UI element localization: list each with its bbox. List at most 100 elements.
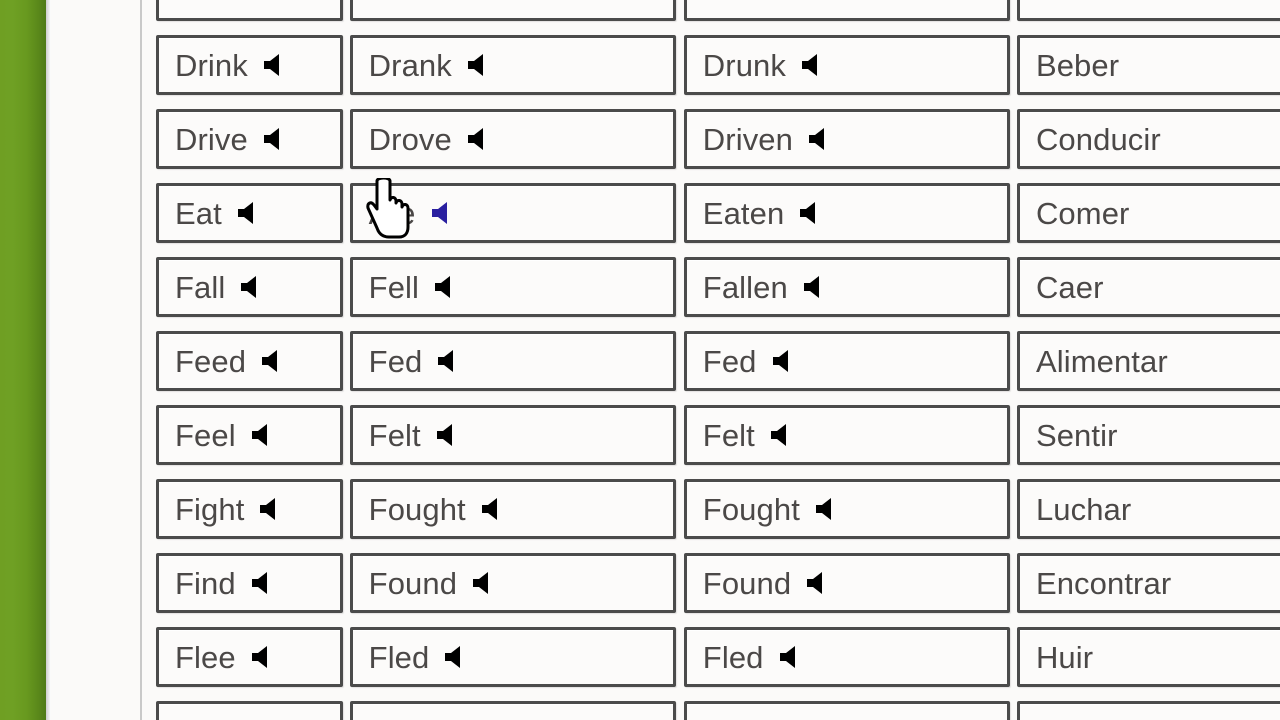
speaker-icon[interactable] (466, 127, 492, 151)
speaker-icon[interactable] (802, 275, 828, 299)
page-content-area: Drink Drank Drunk Beber Drive Drove Driven Cond… (51, 0, 1280, 720)
speaker-icon[interactable] (250, 571, 276, 595)
verb-cell-spanish-translation: Encontrar (1016, 553, 1280, 613)
verb-cell-past-participle (683, 0, 1010, 21)
speaker-icon[interactable] (430, 201, 456, 225)
speaker-icon[interactable] (466, 53, 492, 77)
verb-cell-past-participle: Found (683, 553, 1010, 613)
speaker-icon[interactable] (480, 497, 506, 521)
speaker-icon[interactable] (258, 497, 284, 521)
speaker-icon[interactable] (814, 497, 840, 521)
verb-text: Eat (175, 195, 222, 231)
verb-cell-spanish-translation: Luchar (1016, 479, 1280, 539)
speaker-icon[interactable] (443, 645, 469, 669)
speaker-icon[interactable] (435, 423, 461, 447)
verb-text: Found (702, 565, 792, 601)
verb-cell-spanish-translation: Volar (1016, 701, 1280, 720)
verb-text: Found (368, 565, 458, 601)
table-row: Flee Fled Fled Huir (142, 620, 1280, 694)
speaker-icon[interactable] (262, 127, 288, 151)
verb-cell-base-form: Feed (156, 331, 343, 391)
verb-text: Conducir (1035, 121, 1161, 157)
verb-text: Drive (175, 121, 248, 157)
verb-cell-spanish-translation: Sentir (1016, 405, 1280, 465)
speaker-icon[interactable] (250, 645, 276, 669)
speaker-icon[interactable] (262, 53, 288, 77)
verb-cell-spanish-translation: Caer (1016, 257, 1280, 317)
verb-text: Volar (1036, 716, 1107, 720)
verb-cell-spanish-translation: Comer (1016, 183, 1280, 243)
speaker-icon[interactable] (807, 127, 833, 151)
verb-text: Flown (703, 716, 786, 720)
verb-text: Fight (175, 491, 245, 527)
verb-cell-base-form: Feel (156, 405, 343, 465)
verb-cell-past-simple: Ate (349, 183, 676, 243)
speaker-icon[interactable] (433, 275, 459, 299)
table-row: Drive Drove Driven Conducir (142, 102, 1280, 176)
verb-cell-past-participle: Eaten (683, 183, 1010, 243)
verb-cell-base-form: Drive (156, 109, 343, 169)
speaker-icon[interactable] (260, 349, 286, 373)
verb-cell-past-simple: Found (349, 553, 676, 613)
speaker-icon[interactable] (805, 571, 831, 595)
verb-cell-past-simple: Drank (349, 35, 676, 95)
verb-cell-base-form: Eat (156, 183, 343, 243)
verb-text: Fallen (702, 269, 788, 305)
verb-text: Find (175, 565, 236, 601)
verb-text: Drunk (702, 47, 786, 83)
speaker-icon[interactable] (250, 423, 276, 447)
verb-text: Fed (702, 343, 757, 379)
verb-cell-past-simple: Flew (349, 701, 676, 720)
verb-cell-past-simple (349, 0, 676, 21)
verb-text: Felt (702, 417, 755, 453)
speaker-icon[interactable] (771, 349, 797, 373)
verb-text: Drove (368, 121, 452, 157)
speaker-icon[interactable] (471, 571, 497, 595)
verb-cell-past-participle: Fought (683, 479, 1010, 539)
verb-text: Ate (368, 195, 416, 231)
verb-cell-spanish-translation: Huir (1016, 627, 1280, 687)
speaker-icon[interactable] (436, 349, 462, 373)
verb-text: Feel (175, 417, 236, 453)
verb-cell-base-form: Find (156, 553, 343, 613)
verb-text: Fall (175, 269, 226, 305)
verb-text: Drank (368, 47, 452, 83)
table-row: Eat Ate Eaten Comer (142, 176, 1280, 250)
verb-cell-base-form: Flee (156, 627, 343, 687)
verb-cell-base-form: Fight (156, 479, 343, 539)
verb-text: Sentir (1035, 417, 1118, 453)
verb-text: Drink (175, 47, 248, 83)
speaker-icon[interactable] (239, 275, 265, 299)
speaker-icon[interactable] (798, 201, 824, 225)
verb-text: Caer (1035, 269, 1104, 305)
verb-cell-past-simple: Drove (349, 109, 676, 169)
table-row: Feel Felt Felt Sentir (142, 398, 1280, 472)
verb-cell-past-simple: Fought (349, 479, 676, 539)
verb-text: Felt (368, 417, 421, 453)
speaker-icon[interactable] (236, 201, 262, 225)
verb-cell-past-simple: Fell (349, 257, 676, 317)
verb-text: Driven (702, 121, 793, 157)
verb-text: Alimentar (1035, 343, 1168, 379)
speaker-icon[interactable] (778, 645, 804, 669)
verb-text: Fed (368, 343, 423, 379)
table-row: Fall Fell Fallen Caer (142, 250, 1280, 324)
verb-cell-base-form: Fly (156, 701, 343, 720)
verb-cell-past-participle: Drunk (683, 35, 1010, 95)
verb-cell-spanish-translation: Beber (1016, 35, 1280, 95)
verb-text: Fought (702, 491, 800, 527)
verb-cell-past-participle: Fled (683, 627, 1010, 687)
speaker-icon[interactable] (800, 53, 826, 77)
verb-text: Huir (1035, 639, 1094, 675)
verb-cell-past-participle: Flown (683, 701, 1010, 720)
speaker-icon[interactable] (769, 423, 795, 447)
verb-cell-spanish-translation (1016, 0, 1280, 21)
verb-cell-past-participle: Fed (683, 331, 1010, 391)
verb-text: Feed (175, 343, 247, 379)
verb-text: Flew (369, 716, 435, 720)
verb-cell-base-form (156, 0, 343, 21)
verb-text: Fled (702, 639, 764, 675)
table-row: Drink Drank Drunk Beber (142, 28, 1280, 102)
verb-text: Comer (1035, 195, 1130, 231)
verb-text: Eaten (702, 195, 785, 231)
